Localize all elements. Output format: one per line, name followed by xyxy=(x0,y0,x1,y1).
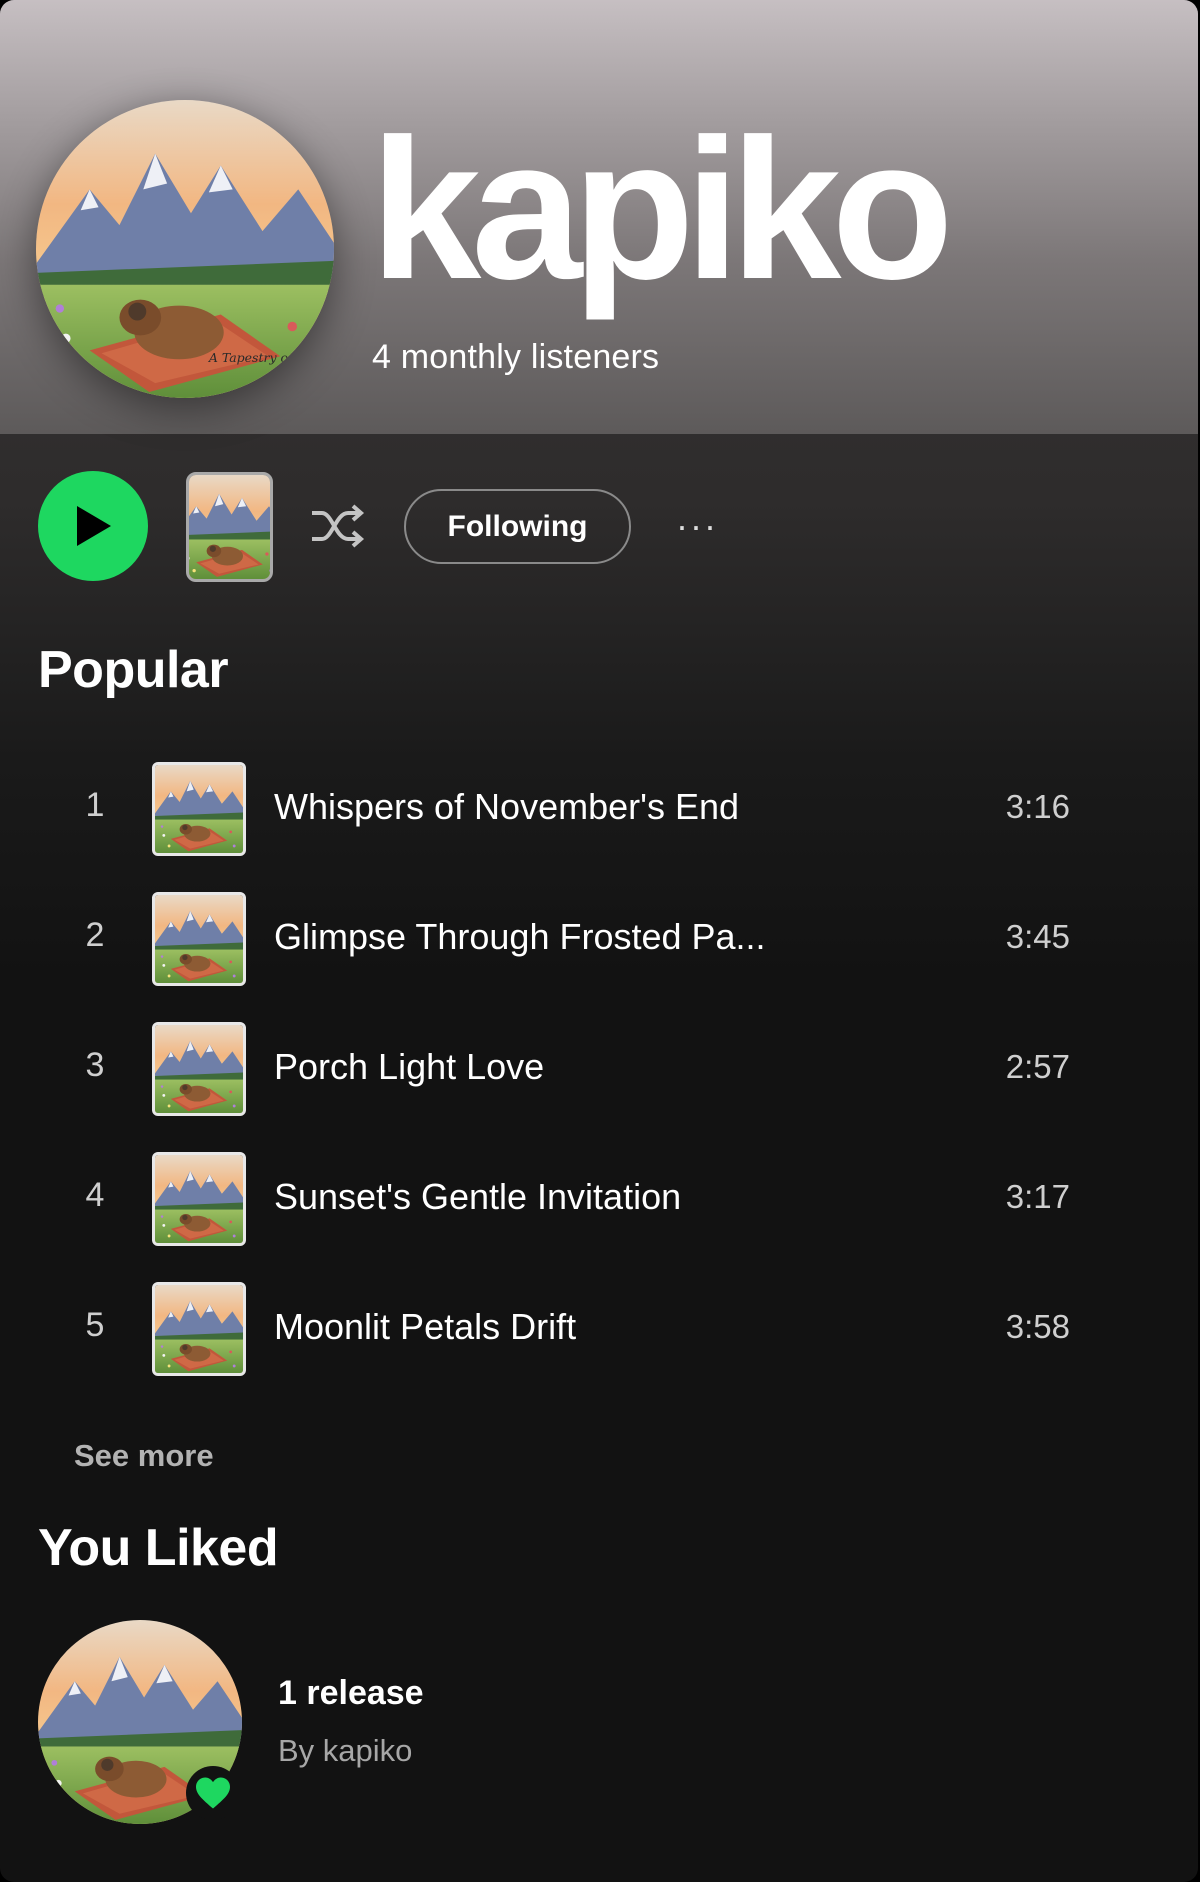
heart-icon xyxy=(196,1777,230,1809)
track-artwork xyxy=(152,1152,246,1246)
track-title: Glimpse Through Frosted Pa... xyxy=(274,916,766,957)
artwork-thumbnail-icon xyxy=(155,765,243,853)
artist-header: A Tapestry of Sol kapiko 4 monthly liste… xyxy=(0,0,1198,434)
track-row[interactable]: 2 Glimpse Through Frosted Pa... 3:45 xyxy=(0,892,1198,986)
liked-badge xyxy=(186,1766,240,1820)
track-number: 3 xyxy=(85,1046,105,1084)
shuffle-button[interactable] xyxy=(308,498,368,554)
track-title: Porch Light Love xyxy=(274,1046,545,1087)
more-dots-icon: ··· xyxy=(676,505,718,546)
track-title: Whispers of November's End xyxy=(274,786,740,827)
track-row[interactable]: 5 Moonlit Petals Drift 3:58 xyxy=(0,1282,1198,1376)
track-title: Moonlit Petals Drift xyxy=(274,1306,577,1347)
track-number: 1 xyxy=(85,786,105,824)
track-artwork xyxy=(152,762,246,856)
landscape-capybara-art-icon: A Tapestry of Sol xyxy=(36,100,334,398)
popular-heading: Popular xyxy=(38,641,229,699)
artwork-thumbnail-icon xyxy=(155,1155,243,1243)
track-row[interactable]: 4 Sunset's Gentle Invitation 3:17 xyxy=(0,1152,1198,1246)
monthly-listeners: 4 monthly listeners xyxy=(372,338,660,376)
artist-page: A Tapestry of Sol kapiko 4 monthly liste… xyxy=(0,0,1198,1882)
you-liked-heading: You Liked xyxy=(38,1519,279,1577)
artwork-thumbnail-icon xyxy=(155,1285,243,1373)
track-artwork xyxy=(152,1022,246,1116)
track-number: 2 xyxy=(85,916,105,954)
track-duration: 3:17 xyxy=(1005,1178,1070,1215)
track-artwork xyxy=(152,892,246,986)
following-button[interactable]: Following xyxy=(404,489,631,564)
shuffle-icon xyxy=(312,504,365,548)
artwork-thumbnail-icon xyxy=(189,475,270,579)
play-button[interactable] xyxy=(38,471,148,581)
artwork-thumbnail-icon xyxy=(155,895,243,983)
track-duration: 2:57 xyxy=(1005,1048,1070,1085)
more-options-button[interactable]: ··· xyxy=(670,505,724,546)
track-row[interactable]: 3 Porch Light Love 2:57 xyxy=(0,1022,1198,1116)
track-number: 4 xyxy=(85,1176,105,1214)
track-duration: 3:16 xyxy=(1005,788,1070,825)
video-preview-thumbnail[interactable] xyxy=(186,472,273,582)
artist-name: kapiko xyxy=(370,98,954,321)
play-icon xyxy=(77,506,111,546)
artist-avatar: A Tapestry of Sol xyxy=(36,100,334,398)
track-title: Sunset's Gentle Invitation xyxy=(274,1176,682,1217)
see-more-link[interactable]: See more xyxy=(74,1438,214,1474)
liked-release-count[interactable]: 1 release xyxy=(278,1674,424,1713)
track-duration: 3:45 xyxy=(1005,918,1070,955)
liked-release-artist: By kapiko xyxy=(278,1733,413,1768)
track-row[interactable]: 1 Whispers of November's End 3:16 xyxy=(0,762,1198,856)
track-artwork xyxy=(152,1282,246,1376)
artwork-thumbnail-icon xyxy=(155,1025,243,1113)
track-number: 5 xyxy=(85,1306,105,1344)
track-duration: 3:58 xyxy=(1005,1308,1070,1345)
avatar-caption: A Tapestry of Sol xyxy=(208,350,317,365)
